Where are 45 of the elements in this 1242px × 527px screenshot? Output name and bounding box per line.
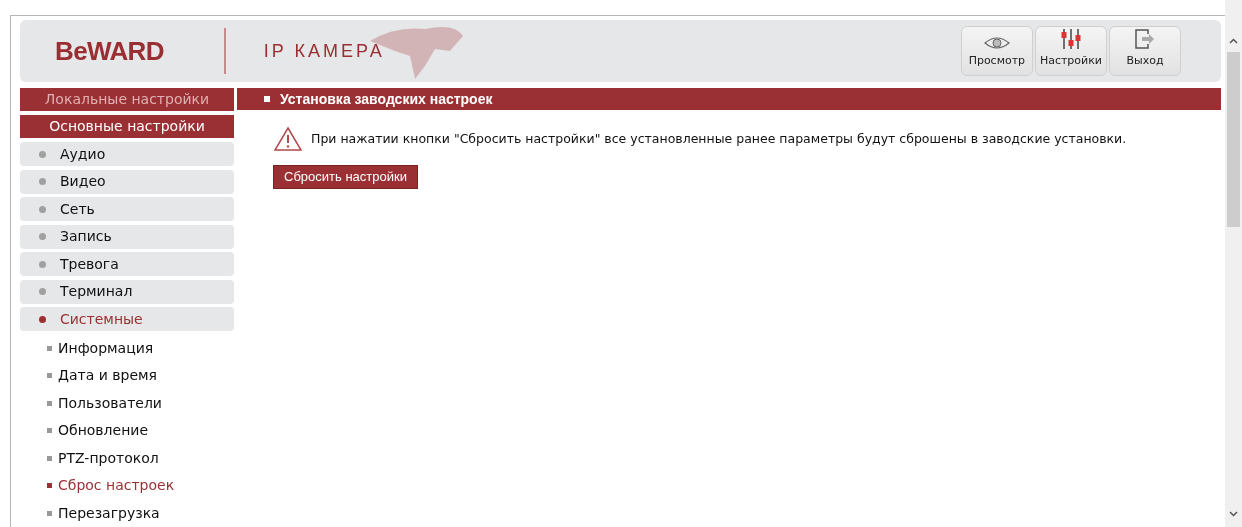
warning-icon xyxy=(273,126,303,152)
menu-item-label: Запись xyxy=(60,227,112,246)
menu-item-label: Аудио xyxy=(60,144,106,164)
menu-item[interactable]: Запись xyxy=(20,224,234,249)
submenu-item-label: Пользователи xyxy=(58,393,162,413)
menu-item-label: Тревога xyxy=(60,254,119,274)
submenu-item[interactable]: Дата и время xyxy=(20,362,234,390)
exit-icon xyxy=(1134,27,1156,50)
sidebar-tab[interactable]: Локальные настройки xyxy=(20,88,234,111)
submenu-item[interactable]: PTZ-протокол xyxy=(20,444,234,472)
menu-item[interactable]: Тревога xyxy=(20,252,234,276)
submenu-item-label: Сброс настроек xyxy=(58,476,175,496)
submenu-item-label: Информация xyxy=(58,338,154,358)
eye-icon xyxy=(983,35,1010,50)
menu-item[interactable]: Видео xyxy=(20,169,234,194)
submenu-item[interactable]: Сброс настроек xyxy=(20,472,234,500)
menu-item-label: Видео xyxy=(60,172,106,191)
reset-button[interactable]: Сбросить настройки xyxy=(273,165,418,189)
menu-item-label: Терминал xyxy=(60,282,133,301)
logo: BeWARD xyxy=(55,34,164,68)
toolbar-button[interactable]: Настройки xyxy=(1034,26,1107,76)
submenu-item-label: Обновление xyxy=(58,421,149,441)
section-title: Установка заводских настроек xyxy=(280,89,493,109)
submenu-item[interactable]: Перезагрузка xyxy=(20,499,234,527)
submenu-item-label: Перезагрузка xyxy=(58,503,160,523)
menu-item[interactable]: Аудио xyxy=(20,142,234,166)
scrollbar-thumb[interactable] xyxy=(1227,52,1240,227)
toolbar-button[interactable]: Выход xyxy=(1109,26,1181,76)
warning-text: При нажатии кнопки "Сбросить настройки" все установленные ранее параметры будут сброшены в заводские установки. xyxy=(311,129,1127,148)
menu-item[interactable]: Сеть xyxy=(20,197,234,221)
sidebar-tab[interactable]: Основные настройки xyxy=(20,115,234,138)
product-title: IP КАМЕРА xyxy=(263,39,385,63)
submenu-item-label: Дата и время xyxy=(58,366,157,386)
submenu-item[interactable]: Пользователи xyxy=(20,389,234,417)
menu-item-label: Системные xyxy=(60,309,143,329)
scrollbar[interactable] xyxy=(1225,0,1242,527)
toolbar-button[interactable]: Просмотр xyxy=(960,26,1033,76)
submenu-item[interactable]: Информация xyxy=(20,334,234,362)
menu-item[interactable]: Системные xyxy=(20,307,234,331)
square-bullet-icon xyxy=(264,96,270,102)
menu-item-label: Сеть xyxy=(60,199,95,219)
submenu-item[interactable]: Обновление xyxy=(20,417,234,445)
sliders-icon xyxy=(1059,27,1082,50)
submenu-item-label: PTZ-протокол xyxy=(58,448,159,468)
menu-item[interactable]: Терминал xyxy=(20,279,234,304)
